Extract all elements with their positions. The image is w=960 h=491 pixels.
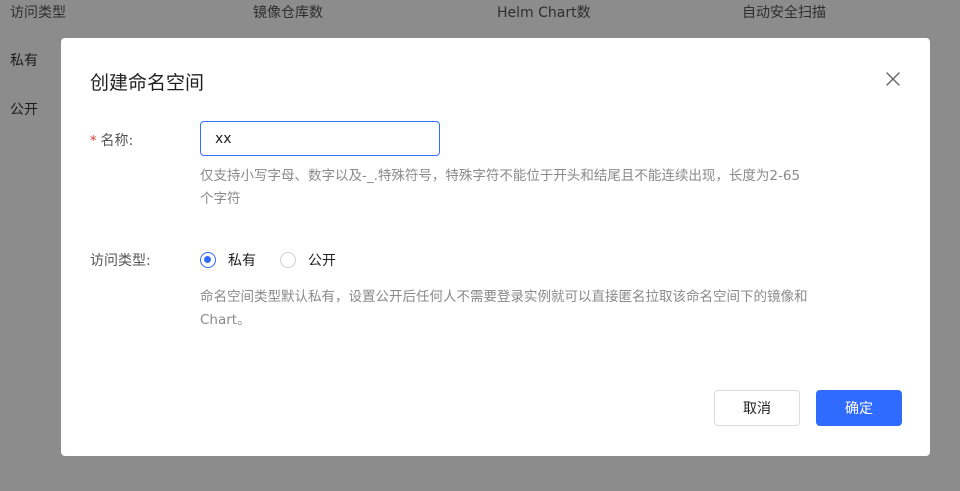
required-mark: * xyxy=(90,134,97,149)
name-field-label: 名称: xyxy=(100,133,134,149)
access-type-label: 访问类型: xyxy=(90,253,151,269)
close-button[interactable] xyxy=(884,70,902,88)
name-hint: 仅支持小写字母、数字以及-_.特殊符号，特殊字符不能位于开头和结尾且不能连续出现… xyxy=(200,165,860,211)
radio-unchecked-icon xyxy=(280,252,296,268)
cancel-button[interactable]: 取消 xyxy=(714,390,800,426)
create-namespace-dialog: 创建命名空间 *名称: 仅支持小写字母、数字以及-_.特殊符号，特殊字符不能位于… xyxy=(61,38,930,456)
name-hint-line1: 仅支持小写字母、数字以及-_.特殊符号，特殊字符不能位于开头和结尾且不能连续出现… xyxy=(200,168,801,184)
radio-public[interactable]: 公开 xyxy=(280,250,336,270)
access-type-hint: 命名空间类型默认私有，设置公开后任何人不需要登录实例就可以直接匿名拉取该命名空间… xyxy=(200,286,860,332)
close-icon xyxy=(886,72,900,86)
access-hint-line2: Chart。 xyxy=(200,312,251,328)
radio-private-label: 私有 xyxy=(228,253,256,269)
access-hint-line1: 命名空间类型默认私有，设置公开后任何人不需要登录实例就可以直接匿名拉取该命名空间… xyxy=(200,289,808,305)
radio-private[interactable]: 私有 xyxy=(200,250,256,270)
confirm-button[interactable]: 确定 xyxy=(816,390,902,426)
radio-public-label: 公开 xyxy=(308,253,336,269)
access-type-radio-group: 私有 公开 xyxy=(200,250,360,270)
name-field-label-wrap: * 名称: xyxy=(90,130,133,150)
name-input[interactable] xyxy=(200,121,440,156)
name-hint-line2: 个字符 xyxy=(200,191,241,207)
radio-checked-icon xyxy=(200,252,216,268)
dialog-title: 创建命名空间 xyxy=(90,72,205,94)
